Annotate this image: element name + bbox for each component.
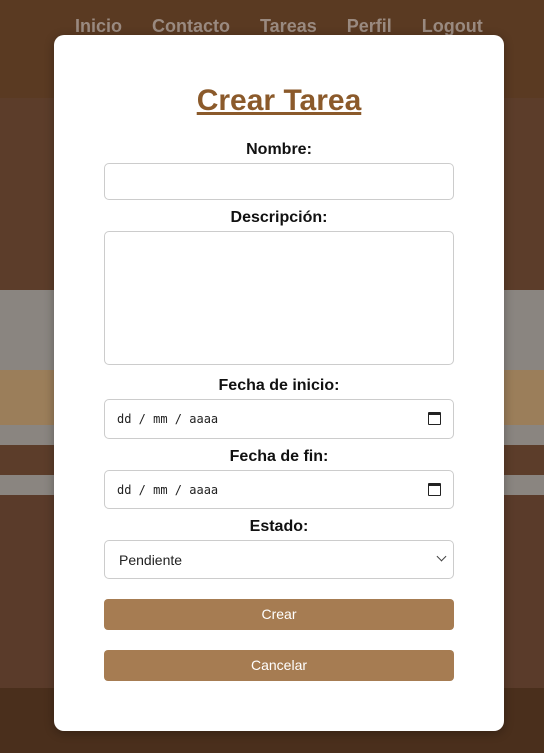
estado-select[interactable]: Pendiente [104, 540, 454, 579]
descripcion-label: Descripción: [230, 209, 328, 226]
fecha-inicio-label: Fecha de inicio: [218, 377, 340, 394]
modal-title: Crear Tarea [196, 84, 362, 117]
cancelar-button[interactable]: Cancelar [104, 650, 454, 681]
nav-item-contacto[interactable]: Contacto [152, 16, 230, 37]
nombre-input[interactable] [104, 163, 454, 200]
calendar-icon[interactable] [428, 483, 441, 496]
estado-selected-value: Pendiente [119, 552, 183, 568]
descripcion-textarea[interactable] [104, 231, 454, 365]
chevron-down-icon [436, 551, 447, 562]
nav-item-tareas[interactable]: Tareas [260, 16, 317, 37]
nav-item-logout[interactable]: Logout [422, 16, 483, 37]
fecha-fin-placeholder: dd / mm / aaaa [117, 483, 219, 497]
nombre-label: Nombre: [246, 141, 312, 158]
crear-button[interactable]: Crear [104, 599, 454, 630]
fecha-fin-input[interactable]: dd / mm / aaaa [104, 470, 454, 509]
fecha-fin-label: Fecha de fin: [229, 448, 329, 465]
nav-item-inicio[interactable]: Inicio [75, 16, 122, 37]
fecha-inicio-input[interactable]: dd / mm / aaaa [104, 399, 454, 439]
fecha-inicio-placeholder: dd / mm / aaaa [117, 412, 219, 426]
nav-item-perfil[interactable]: Perfil [347, 16, 392, 37]
create-task-modal: Crear Tarea Nombre: Descripción: Fecha d… [54, 35, 504, 731]
estado-label: Estado: [249, 518, 309, 535]
calendar-icon[interactable] [428, 412, 441, 425]
